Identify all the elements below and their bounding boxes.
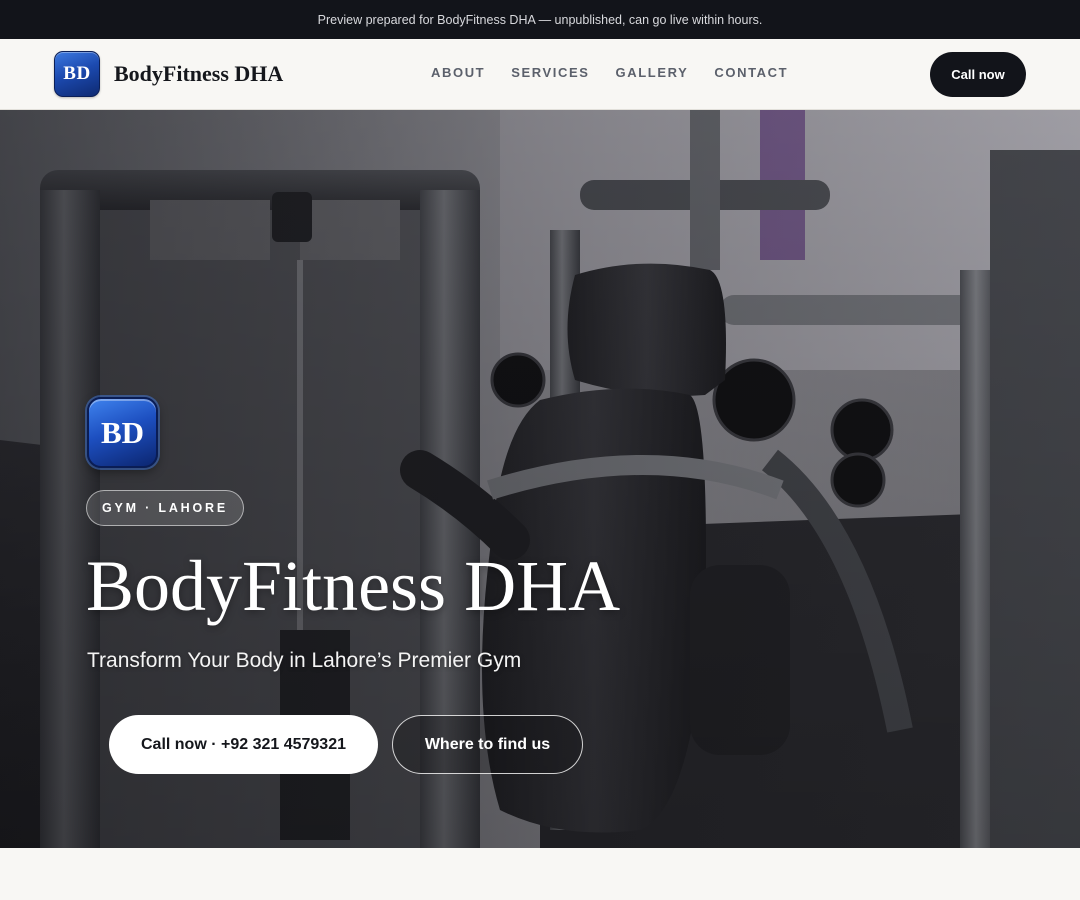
next-section xyxy=(0,848,1080,900)
nav-link-gallery[interactable]: GALLERY xyxy=(616,65,689,80)
brand[interactable]: BD BodyFitness DHA xyxy=(54,51,283,97)
header-call-button[interactable]: Call now xyxy=(930,52,1026,97)
nav-link-services[interactable]: SERVICES xyxy=(511,65,589,80)
find-us-button[interactable]: Where to find us xyxy=(392,715,583,774)
hero-title: BodyFitness DHA xyxy=(86,546,621,626)
nav-link-contact[interactable]: CONTACT xyxy=(714,65,788,80)
hero-subtitle: Transform Your Body in Lahore’s Premier … xyxy=(87,649,522,672)
site-header: BD BodyFitness DHA ABOUT SERVICES GALLER… xyxy=(0,39,1080,110)
preview-banner: Preview prepared for BodyFitness DHA — u… xyxy=(0,0,1080,39)
brand-name[interactable]: BodyFitness DHA xyxy=(114,61,283,87)
hero-call-button[interactable]: Call now · +92 321 4579321 xyxy=(109,715,378,774)
hero-section: BD GYM · LAHORE BodyFitness DHA Transfor… xyxy=(0,110,1080,848)
preview-banner-text: Preview prepared for BodyFitness DHA — u… xyxy=(317,12,763,27)
category-tag: GYM · LAHORE xyxy=(86,490,244,526)
nav-link-about[interactable]: ABOUT xyxy=(431,65,485,80)
brand-logo[interactable]: BD xyxy=(54,51,100,97)
main-nav: ABOUT SERVICES GALLERY CONTACT xyxy=(431,65,788,80)
hero-logo: BD xyxy=(87,397,158,468)
